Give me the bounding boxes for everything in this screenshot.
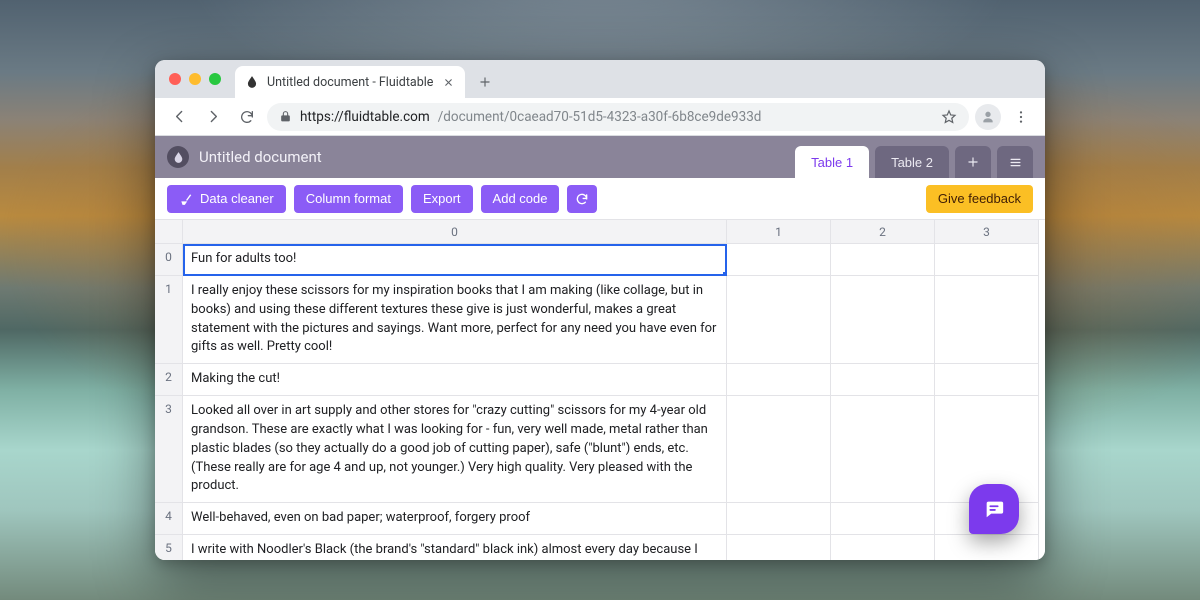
cell[interactable] [727, 364, 831, 396]
browser-tab-title: Untitled document - Fluidtable [267, 75, 433, 90]
browser-toolbar: https://fluidtable.com/document/0caead70… [155, 98, 1045, 136]
close-icon[interactable] [441, 75, 455, 89]
cell[interactable] [831, 535, 935, 560]
refresh-icon [575, 192, 589, 206]
url-path: /document/0caead70-51d5-4323-a30f-6b8ce9… [438, 109, 762, 125]
cell[interactable]: Making the cut! [183, 364, 727, 396]
droplet-icon [167, 146, 189, 168]
cell[interactable]: I write with Noodler's Black (the brand'… [183, 535, 727, 560]
broom-icon [179, 192, 193, 206]
row-header[interactable]: 4 [155, 503, 183, 535]
cell[interactable] [727, 244, 831, 276]
table-menu-button[interactable] [997, 146, 1033, 178]
browser-tabstrip: Untitled document - Fluidtable [155, 60, 1045, 98]
chat-icon [983, 498, 1005, 520]
window-close-button[interactable] [169, 73, 181, 85]
sheet-tabs: Table 1 Table 2 [795, 136, 1033, 178]
bookmark-star-icon[interactable] [941, 109, 957, 125]
cell[interactable] [831, 364, 935, 396]
app-header: Untitled document Table 1 Table 2 [155, 136, 1045, 178]
app-toolbar: Data cleaner Column format Export Add co… [155, 178, 1045, 220]
export-button[interactable]: Export [411, 185, 473, 213]
address-bar[interactable]: https://fluidtable.com/document/0caead70… [267, 103, 969, 131]
profile-avatar[interactable] [975, 104, 1001, 130]
row-header[interactable]: 1 [155, 276, 183, 364]
row-header[interactable]: 0 [155, 244, 183, 276]
reload-button[interactable] [233, 103, 261, 131]
browser-tab[interactable]: Untitled document - Fluidtable [235, 66, 465, 98]
cell[interactable]: Looked all over in art supply and other … [183, 396, 727, 503]
give-feedback-button[interactable]: Give feedback [926, 185, 1033, 213]
add-code-button[interactable]: Add code [481, 185, 560, 213]
add-table-button[interactable] [955, 146, 991, 178]
button-label: Export [423, 191, 461, 206]
cell[interactable] [935, 364, 1039, 396]
button-label: Give feedback [938, 191, 1021, 206]
cell[interactable] [727, 535, 831, 560]
data-cleaner-button[interactable]: Data cleaner [167, 185, 286, 213]
button-label: Data cleaner [200, 191, 274, 206]
cell[interactable] [727, 503, 831, 535]
document-title[interactable]: Untitled document [199, 148, 322, 166]
cell[interactable]: I really enjoy these scissors for my ins… [183, 276, 727, 364]
button-label: Column format [306, 191, 391, 206]
chat-fab[interactable] [969, 484, 1019, 534]
cell[interactable]: Fun for adults too! [183, 244, 727, 276]
column-header[interactable]: 3 [935, 220, 1039, 244]
cell[interactable] [727, 276, 831, 364]
cell[interactable] [727, 396, 831, 503]
browser-menu-button[interactable] [1007, 103, 1035, 131]
column-format-button[interactable]: Column format [294, 185, 403, 213]
cell[interactable] [831, 396, 935, 503]
cell[interactable] [831, 276, 935, 364]
lock-icon [279, 110, 292, 123]
brand: Untitled document [167, 136, 322, 178]
grid: 0 1 2 3 0 Fun for adults too! 1 I really… [155, 220, 1045, 560]
button-label: Add code [493, 191, 548, 206]
cell[interactable]: Well-behaved, even on bad paper; waterpr… [183, 503, 727, 535]
refresh-button[interactable] [567, 185, 597, 213]
droplet-icon [245, 75, 259, 89]
window-minimize-button[interactable] [189, 73, 201, 85]
forward-button[interactable] [199, 103, 227, 131]
tab-table-2[interactable]: Table 2 [875, 146, 949, 178]
cell[interactable] [831, 503, 935, 535]
grid-corner[interactable] [155, 220, 183, 244]
cell[interactable] [935, 276, 1039, 364]
tab-table-1[interactable]: Table 1 [795, 146, 869, 178]
window-zoom-button[interactable] [209, 73, 221, 85]
new-tab-button[interactable] [471, 68, 499, 96]
window-controls [165, 60, 229, 98]
row-header[interactable]: 5 [155, 535, 183, 560]
row-header[interactable]: 2 [155, 364, 183, 396]
column-header[interactable]: 1 [727, 220, 831, 244]
cell[interactable] [935, 244, 1039, 276]
back-button[interactable] [165, 103, 193, 131]
cell[interactable] [831, 244, 935, 276]
column-header[interactable]: 2 [831, 220, 935, 244]
url-host: https://fluidtable.com [300, 109, 430, 125]
browser-window: Untitled document - Fluidtable https://f… [155, 60, 1045, 560]
column-header[interactable]: 0 [183, 220, 727, 244]
row-header[interactable]: 3 [155, 396, 183, 503]
cell[interactable] [935, 535, 1039, 560]
